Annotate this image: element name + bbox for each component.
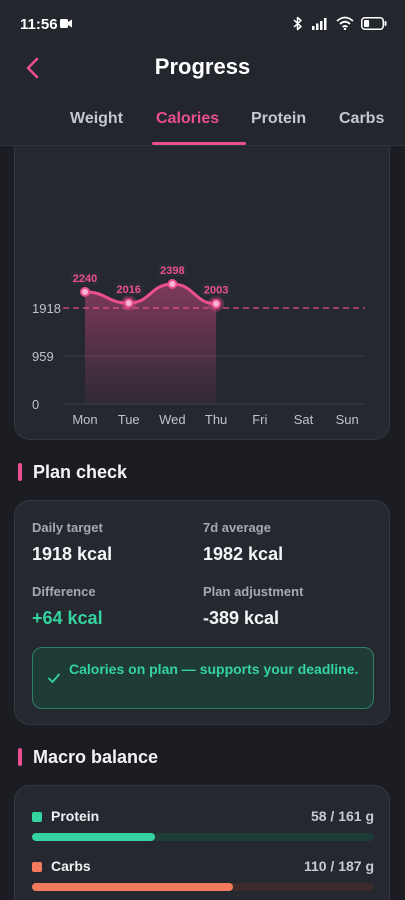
check-icon <box>48 673 60 683</box>
y-tick-label: 959 <box>32 349 54 364</box>
difference-value: +64 kcal <box>32 608 103 628</box>
macro-name: Protein <box>51 808 100 824</box>
calories-area-fill <box>85 283 217 404</box>
y-tick-label: 1918 <box>32 301 61 316</box>
tab-weight[interactable]: Weight <box>70 110 123 128</box>
tab-bar: Weight Calories Protein Carbs <box>0 108 405 146</box>
status-time: 11:56 <box>20 16 58 33</box>
notice-text: Calories on plan — supports your deadlin… <box>69 661 359 677</box>
x-tick-label: Wed <box>159 412 186 427</box>
x-tick-label: Sat <box>294 412 314 427</box>
page-title: Progress <box>154 54 251 79</box>
x-tick-label: Thu <box>205 412 227 427</box>
battery-icon <box>361 16 387 30</box>
wifi-icon <box>336 16 354 30</box>
section-title: Macro balance <box>33 747 159 767</box>
calories-chart-card: 0 959 1918 2240 2016 2398 2003 Mon Tue Wed Thu Fri S… <box>14 146 390 440</box>
y-tick-label: 0 <box>32 397 39 412</box>
data-point <box>167 278 178 289</box>
macro-row-protein: Protein 58 / 161 g <box>32 806 374 846</box>
protein-color-dot <box>32 812 42 822</box>
x-tick-label: Sun <box>336 412 359 427</box>
average-label: 7d average <box>203 520 271 535</box>
plan-adjustment-value: -389 kcal <box>203 608 280 628</box>
data-label: 2016 <box>116 284 140 296</box>
x-tick-label: Tue <box>118 412 140 427</box>
app-header: Progress Weight Calories Protein Carbs <box>0 48 405 146</box>
plan-check-card: Daily target 1918 kcal 7d average 1982 k… <box>14 500 390 725</box>
macro-progress-fill <box>32 883 234 891</box>
section-accent-bar <box>18 463 22 481</box>
data-point <box>211 298 222 309</box>
x-tick-label: Mon <box>72 412 97 427</box>
section-accent-bar <box>18 748 22 766</box>
data-label: 2240 <box>73 273 97 285</box>
data-label: 2398 <box>160 265 184 277</box>
daily-target-value: 1918 kcal <box>32 544 113 564</box>
tab-carbs[interactable]: Carbs <box>339 110 384 128</box>
macro-row-carbs: Carbs 110 / 187 g <box>32 856 374 896</box>
data-label: 2003 <box>204 285 228 297</box>
average-value: 1982 kcal <box>203 544 284 564</box>
macro-progress-fill <box>32 833 156 841</box>
section-title: Plan check <box>33 462 128 482</box>
macro-name: Carbs <box>51 858 91 874</box>
macro-progress-track <box>32 883 374 891</box>
daily-target-label: Daily target <box>32 520 103 535</box>
data-point <box>80 286 90 297</box>
tab-protein[interactable]: Protein <box>251 110 306 128</box>
active-tab-indicator <box>152 142 246 145</box>
macro-amount: 58 / 161 g <box>310 808 374 824</box>
data-point <box>123 298 134 309</box>
on-plan-notice: Calories on plan — supports your deadlin… <box>32 647 374 709</box>
bluetooth-icon <box>293 16 302 30</box>
carbs-color-dot <box>32 862 42 872</box>
video-camera-icon <box>60 19 72 28</box>
macro-amount: 110 / 187 g <box>303 858 374 874</box>
plan-adjustment-label: Plan adjustment <box>203 584 304 599</box>
macro-balance-card: Protein 58 / 161 g Carbs 110 / 187 g <box>14 785 390 900</box>
macro-progress-track <box>32 833 374 841</box>
status-bar: 11:56 <box>0 0 405 48</box>
x-tick-label: Fri <box>252 412 267 427</box>
cellular-signal-icon <box>312 18 327 30</box>
tab-calories[interactable]: Calories <box>156 110 219 128</box>
calories-chart: 0 959 1918 2240 2016 2398 2003 Mon Tue Wed Thu Fri S… <box>32 262 365 427</box>
difference-label: Difference <box>32 584 96 599</box>
